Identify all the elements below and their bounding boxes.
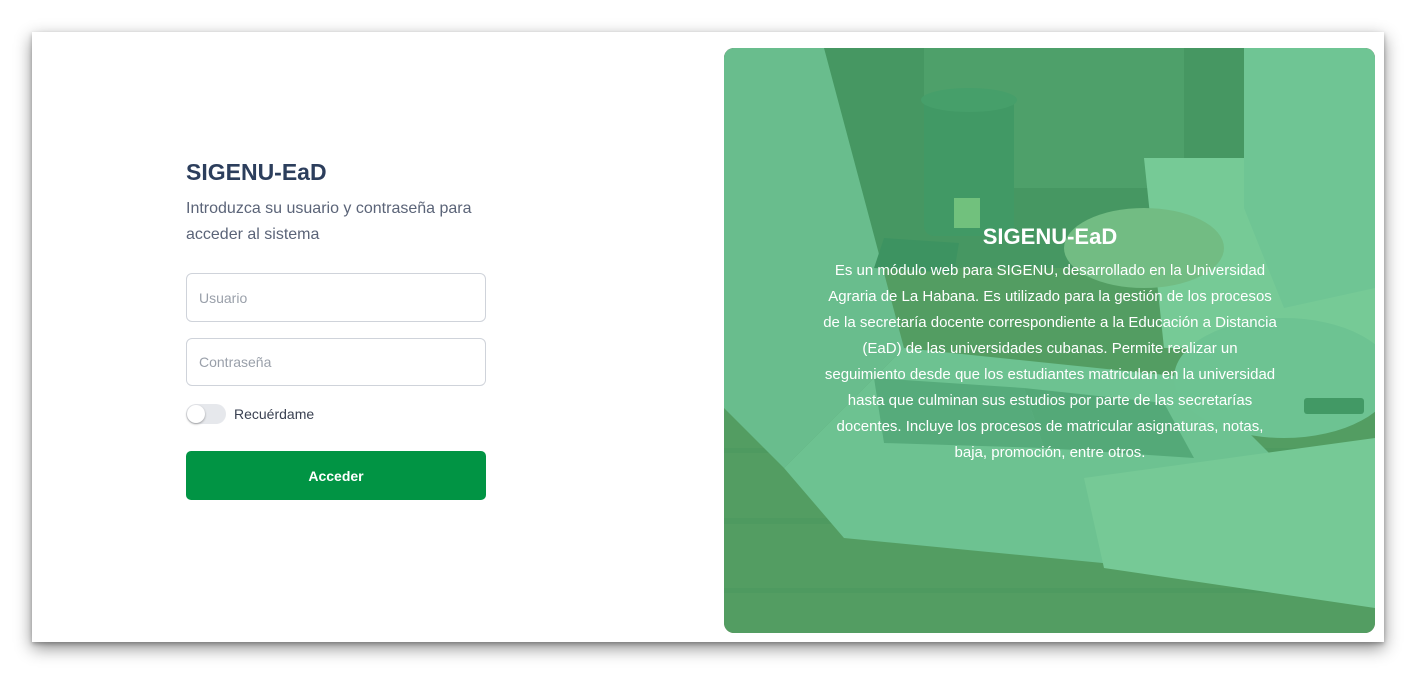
login-form: SIGENU-EaD Introduzca su usuario y contr… xyxy=(186,156,486,500)
hero-description: Es un módulo web para SIGENU, desarrolla… xyxy=(823,262,1277,461)
hero-title: SIGENU-EaD xyxy=(982,224,1118,249)
toggle-knob xyxy=(187,405,205,423)
remember-toggle[interactable] xyxy=(186,404,226,424)
remember-label[interactable]: Recuérdame xyxy=(234,406,314,422)
username-input[interactable] xyxy=(186,273,486,322)
password-input[interactable] xyxy=(186,338,486,386)
login-title: SIGENU-EaD xyxy=(186,159,327,185)
hero-text: SIGENU-EaD Es un módulo web para SIGENU,… xyxy=(820,224,1280,466)
hero-panel: SIGENU-EaD Es un módulo web para SIGENU,… xyxy=(724,48,1375,633)
remember-me: Recuérdame xyxy=(186,404,486,424)
login-card: SIGENU-EaD Introduzca su usuario y contr… xyxy=(32,32,1384,642)
login-button[interactable]: Acceder xyxy=(186,451,486,500)
login-subtitle: Introduzca su usuario y contraseña para … xyxy=(186,200,472,243)
